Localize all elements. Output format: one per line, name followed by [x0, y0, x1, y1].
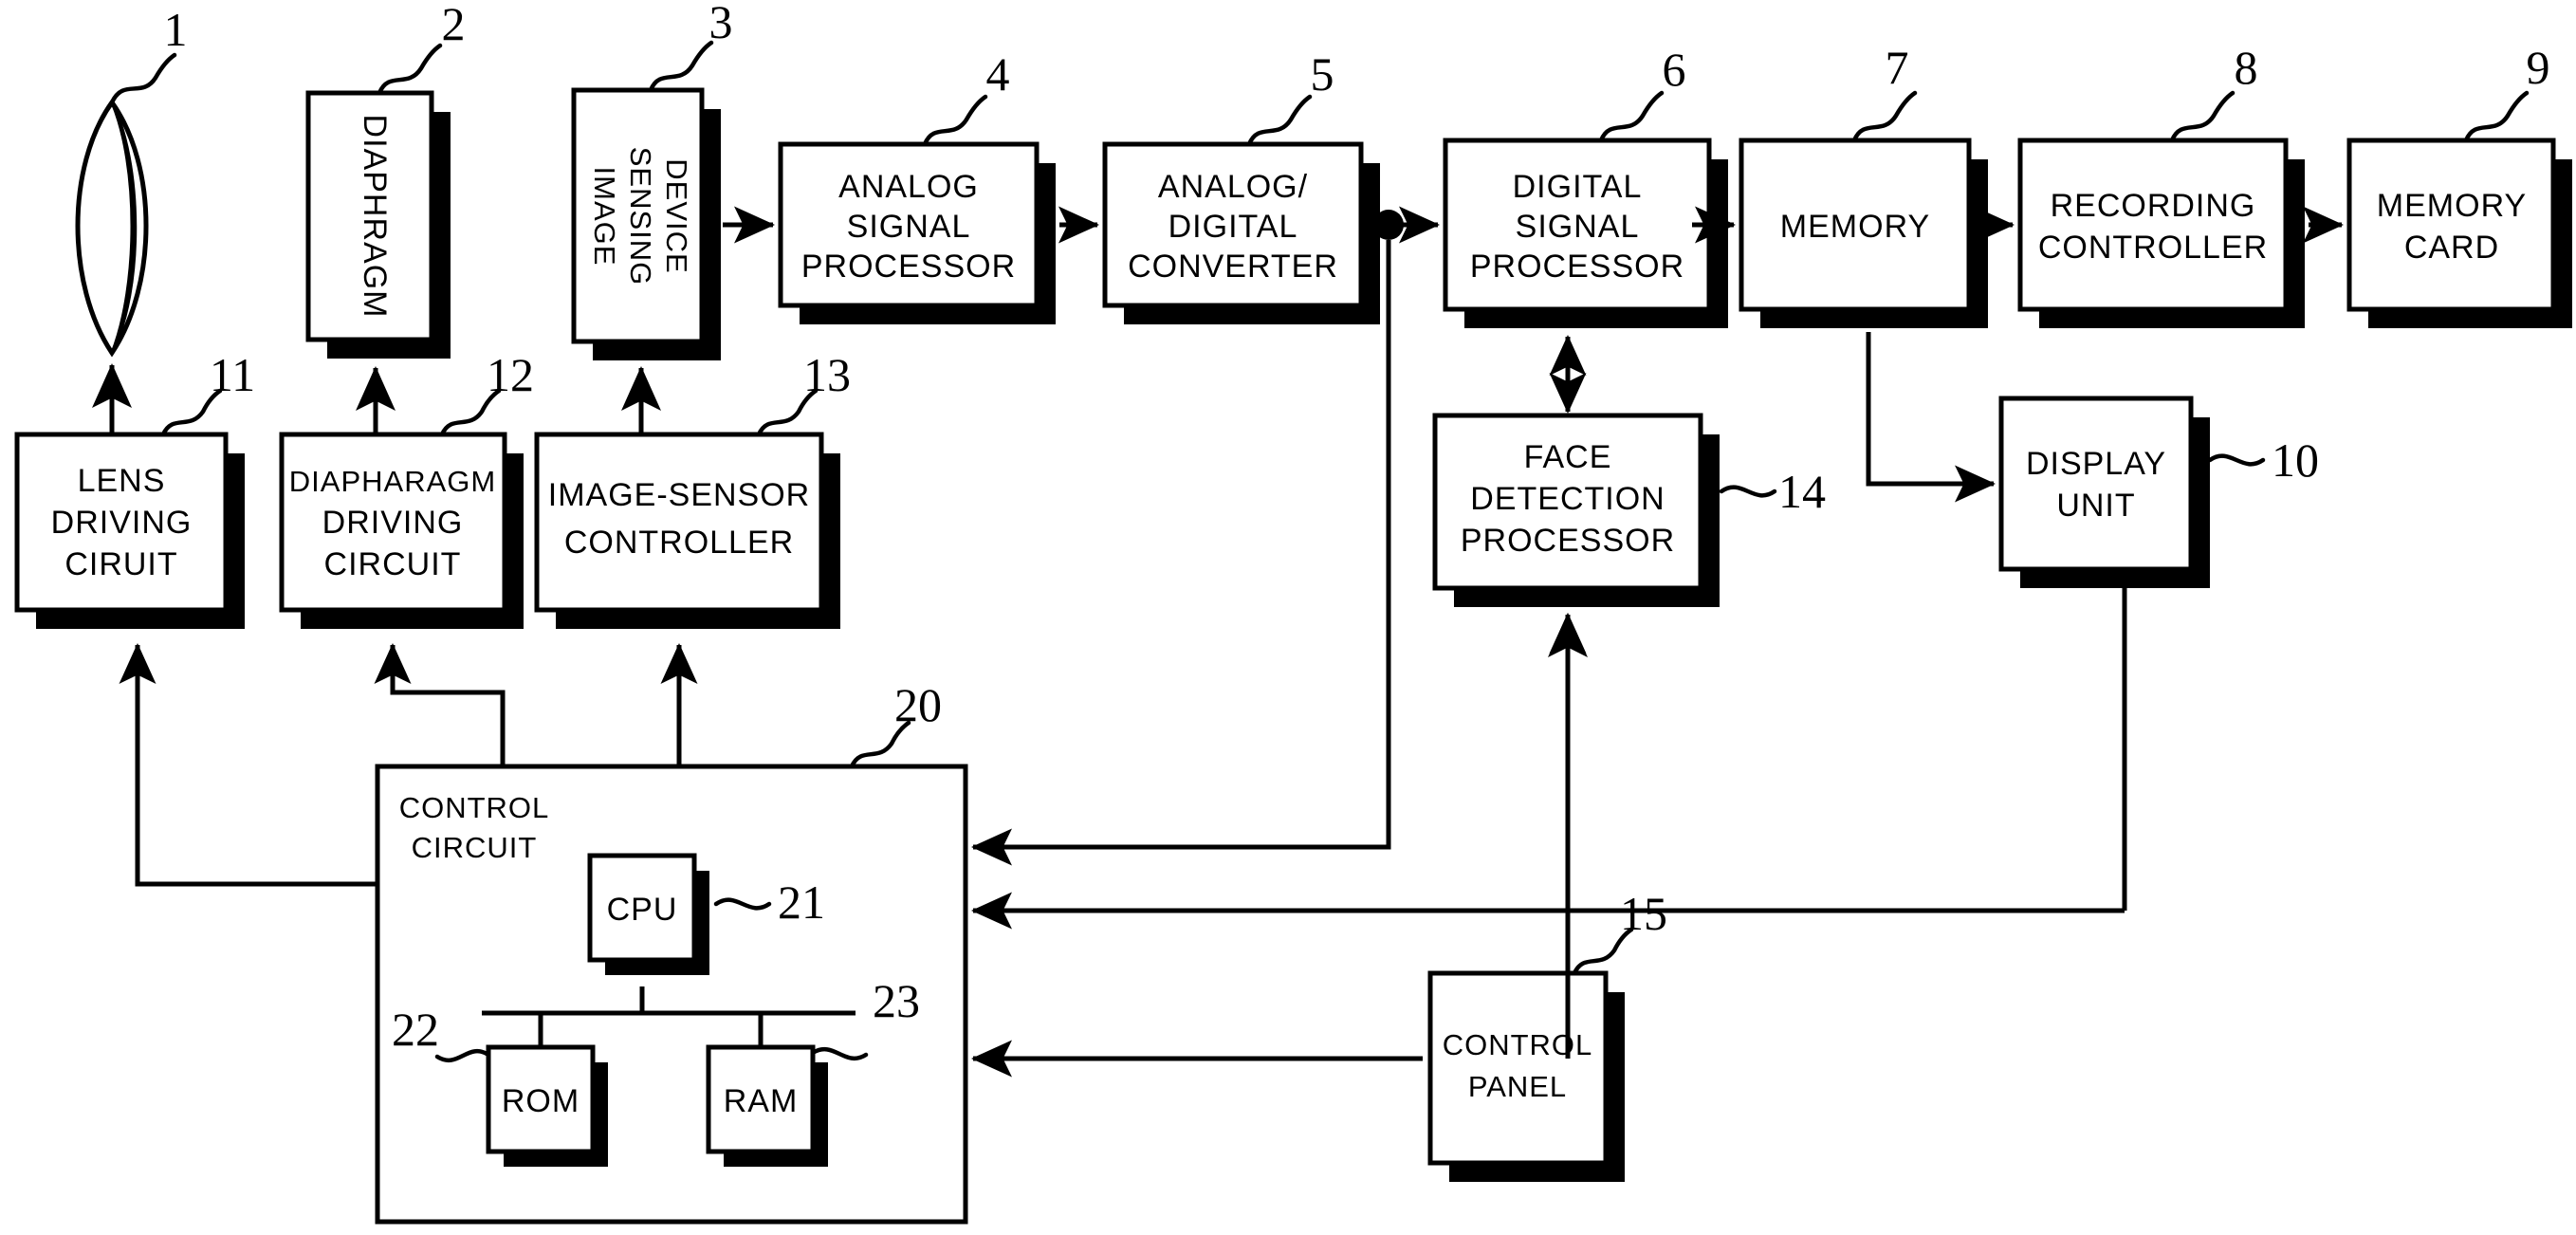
ref-num-3: 3: [709, 0, 733, 48]
digital-signal-line-2: SIGNAL: [1516, 209, 1640, 245]
ref-num-12: 12: [487, 348, 534, 401]
ad-converter-line-3: CONVERTER: [1128, 249, 1338, 285]
display-unit-line-2: UNIT: [2056, 488, 2135, 524]
ref-num-11: 11: [210, 348, 255, 401]
block-ram: RAM: [706, 1044, 828, 1167]
block-image-sensor-controller: IMAGE-SENSOR CONTROLLER: [534, 432, 840, 629]
face-detection-line-1: FACE: [1524, 439, 1612, 475]
ref-num-23: 23: [873, 974, 920, 1027]
block-face-detection-processor: FACE DETECTION PROCESSOR: [1432, 413, 1720, 607]
ref-num-13: 13: [803, 348, 851, 401]
figure-block-diagram: 1 DIAPHRAGM 2 IMAGE SENSING DEVICE 3 ANA…: [0, 0, 2576, 1235]
block-control-panel: CONTROL PANEL: [1427, 970, 1625, 1182]
recording-controller-line-2: CONTROLLER: [2038, 230, 2268, 266]
ref-num-15: 15: [1620, 887, 1667, 940]
block-lens-driving-circuit: LENS DRIVING CIRUIT: [14, 432, 245, 629]
ref-num-10: 10: [2272, 433, 2319, 487]
display-unit-box: [1998, 396, 2194, 572]
ref-num-21: 21: [778, 876, 825, 929]
block-cpu: CPU: [587, 853, 709, 975]
image-sensing-line-2: SENSING: [624, 147, 657, 286]
control-panel-box: [1427, 970, 1609, 1166]
ad-converter-line-1: ANALOG/: [1158, 169, 1308, 205]
ref-num-8: 8: [2235, 41, 2258, 94]
recording-controller-box: [2017, 138, 2289, 312]
digital-signal-line-3: PROCESSOR: [1470, 249, 1684, 285]
ref-num-20: 20: [894, 678, 942, 731]
analog-signal-line-2: SIGNAL: [847, 209, 971, 245]
diaphragm-label: DIAPHRAGM: [357, 115, 393, 319]
block-rom: ROM: [486, 1044, 608, 1167]
control-circuit-line-1: CONTROL: [399, 791, 550, 824]
ref-num-4: 4: [986, 47, 1010, 101]
ram-label: RAM: [724, 1083, 799, 1119]
memory-card-line-1: MEMORY: [2377, 188, 2527, 224]
digital-signal-line-1: DIGITAL: [1513, 169, 1643, 205]
lens-driving-line-3: CIRUIT: [64, 546, 177, 582]
junction-dot-adc: [1373, 210, 1404, 240]
block-memory: MEMORY: [1739, 138, 1988, 328]
ref-num-1: 1: [164, 3, 188, 56]
control-panel-line-2: PANEL: [1468, 1070, 1567, 1103]
sensor-controller-box: [534, 432, 824, 613]
face-detection-line-2: DETECTION: [1470, 481, 1665, 517]
image-sensing-line-3: DEVICE: [660, 158, 693, 273]
analog-signal-line-3: PROCESSOR: [801, 249, 1016, 285]
display-unit-line-1: DISPLAY: [2026, 446, 2166, 482]
block-display-unit: DISPLAY UNIT: [1998, 396, 2210, 588]
diaphragm-driving-line-1: DIAPHARAGM: [289, 465, 496, 498]
control-panel-line-1: CONTROL: [1443, 1028, 1593, 1061]
cpu-label: CPU: [607, 892, 678, 928]
block-recording-controller: RECORDING CONTROLLER: [2017, 138, 2305, 328]
block-image-sensing-device: IMAGE SENSING DEVICE: [571, 87, 721, 360]
ref-num-22: 22: [392, 1003, 439, 1056]
ref-num-5: 5: [1311, 47, 1334, 101]
rom-label: ROM: [502, 1083, 580, 1119]
image-sensing-line-1: IMAGE: [588, 167, 621, 267]
block-analog-signal-processor: ANALOG SIGNAL PROCESSOR: [778, 141, 1056, 324]
sensor-controller-line-1: IMAGE-SENSOR: [548, 477, 810, 513]
ref-num-2: 2: [442, 0, 466, 50]
ref-num-9: 9: [2527, 41, 2550, 94]
control-circuit-line-2: CIRCUIT: [412, 831, 538, 864]
block-ad-converter: ANALOG/ DIGITAL CONVERTER: [1102, 141, 1380, 324]
face-detection-line-3: PROCESSOR: [1461, 523, 1675, 559]
memory-card-box: [2346, 138, 2556, 312]
ref-num-7: 7: [1886, 41, 1909, 94]
diaphragm-driving-line-2: DRIVING: [322, 505, 464, 541]
block-memory-card: MEMORY CARD: [2346, 138, 2572, 328]
block-diaphragm-driving-circuit: DIAPHARAGM DRIVING CIRCUIT: [279, 432, 524, 629]
memory-label: MEMORY: [1780, 209, 1930, 245]
analog-signal-line-1: ANALOG: [838, 169, 979, 205]
lens-driving-line-2: DRIVING: [51, 505, 193, 541]
sensor-controller-line-2: CONTROLLER: [564, 525, 794, 561]
diaphragm-driving-line-3: CIRCUIT: [324, 546, 462, 582]
memory-card-line-2: CARD: [2404, 230, 2499, 266]
block-diaphragm: DIAPHRAGM: [305, 90, 451, 359]
ref-num-6: 6: [1663, 43, 1686, 96]
recording-controller-line-1: RECORDING: [2051, 188, 2256, 224]
block-digital-signal-processor: DIGITAL SIGNAL PROCESSOR: [1443, 138, 1728, 328]
lens-driving-line-1: LENS: [78, 463, 166, 499]
ref-num-14: 14: [1778, 465, 1826, 518]
ad-converter-line-2: DIGITAL: [1168, 209, 1298, 245]
